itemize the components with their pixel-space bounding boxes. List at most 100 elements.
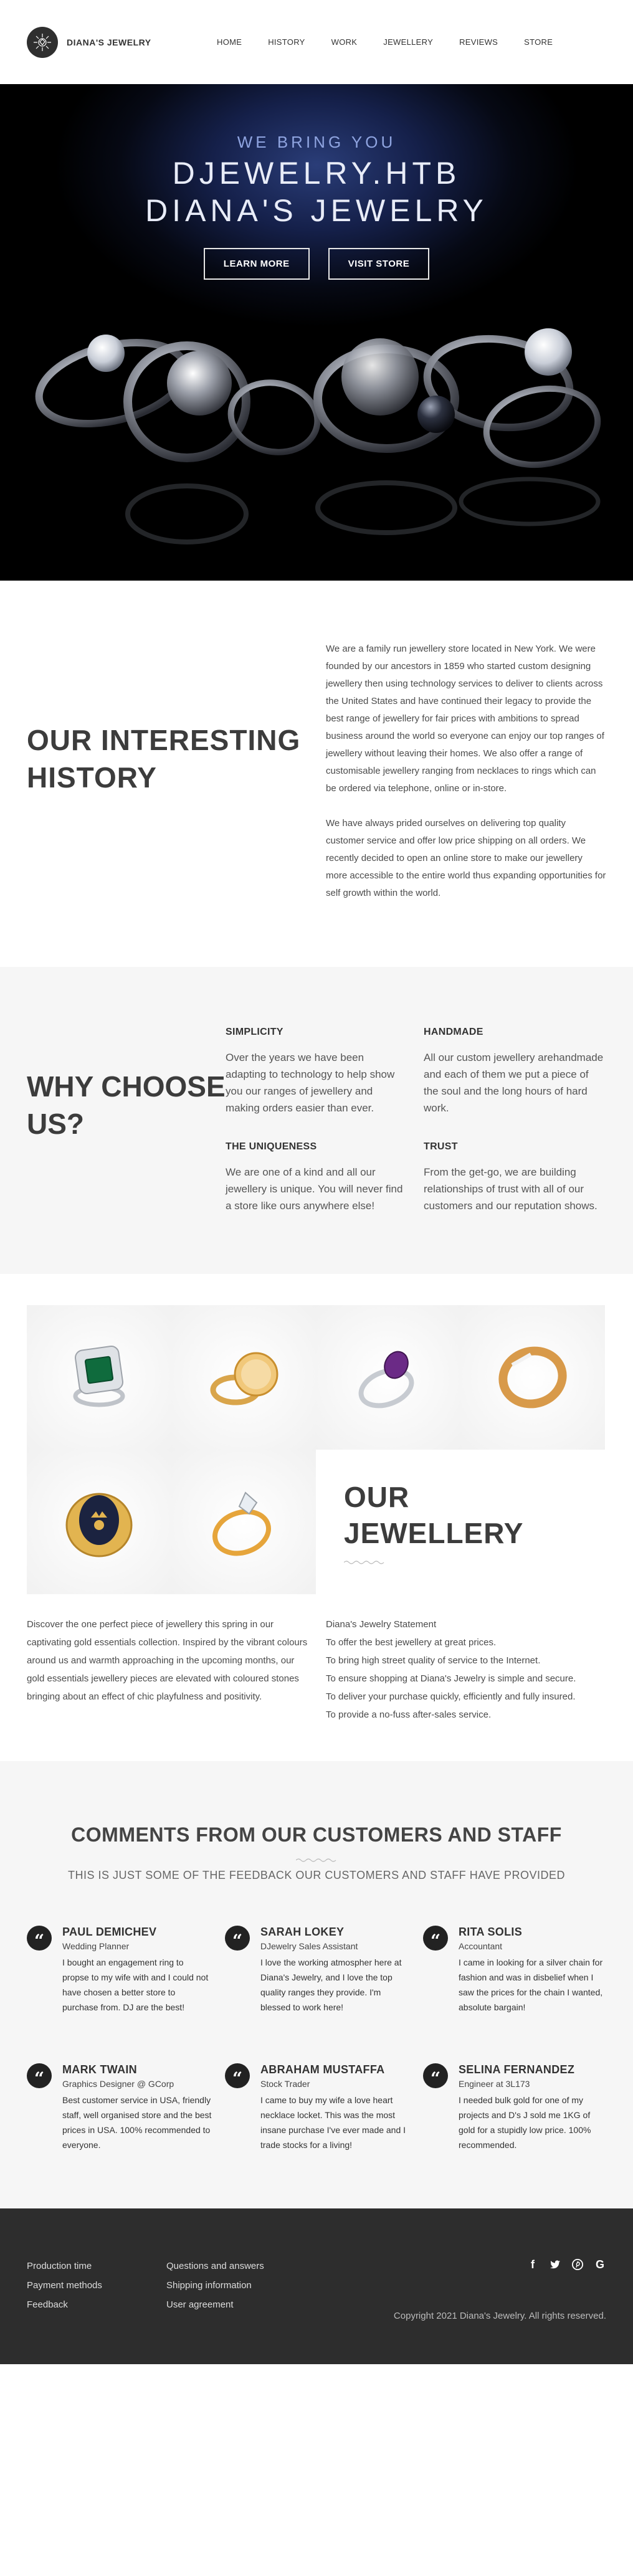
hero-title-line2: DIANA'S JEWELRY xyxy=(145,193,488,228)
pinterest-icon[interactable] xyxy=(571,2258,584,2271)
comment-card: “ ABRAHAM MUSTAFFA Stock Trader I came t… xyxy=(225,2063,423,2152)
commenter-role: Stock Trader xyxy=(260,2079,310,2089)
comment-card: “ SELINA FERNANDEZ Engineer at 3L173 I n… xyxy=(423,2063,606,2152)
feature-trust: TRUST From the get-go, we are building r… xyxy=(424,1141,604,1214)
feature-handmade: HANDMADE All our custom jewellery arehan… xyxy=(424,1027,604,1116)
feature-title: SIMPLICITY xyxy=(226,1027,283,1037)
commenter-name: RITA SOLIS xyxy=(459,1926,522,1938)
signet-ring-image[interactable] xyxy=(27,1450,171,1594)
statement-line: To offer the best jewellery at great pri… xyxy=(326,1637,497,1648)
visit-store-button[interactable]: VISIT STORE xyxy=(328,248,430,280)
nav-store[interactable]: STORE xyxy=(511,37,566,47)
footer-link-production-time[interactable]: Production time xyxy=(27,2261,102,2271)
comment-card: “ RITA SOLIS Accountant I came in lookin… xyxy=(423,1926,606,2015)
hero-rings-image xyxy=(35,328,601,544)
quote-icon: “ xyxy=(27,2063,52,2088)
comment-card: “ SARAH LOKEY DJewelry Sales Assistant I… xyxy=(225,1926,423,2015)
learn-more-button[interactable]: LEARN MORE xyxy=(203,248,310,280)
history-title: OUR INTERESTING HISTORY xyxy=(27,724,301,794)
footer-link-feedback[interactable]: Feedback xyxy=(27,2299,102,2310)
quote-icon: “ xyxy=(225,1926,250,1951)
site-footer: Production time Payment methods Feedback… xyxy=(0,2208,633,2364)
commenter-role: Engineer at 3L173 xyxy=(459,2079,530,2089)
footer-links-1: Production time Payment methods Feedback xyxy=(27,2261,102,2319)
diamond-logo-icon xyxy=(27,26,58,58)
footer-link-qa[interactable]: Questions and answers xyxy=(166,2261,264,2271)
social-links: f G xyxy=(526,2258,606,2271)
footer-links-2: Questions and answers Shipping informati… xyxy=(166,2261,264,2319)
statement-line: To provide a no-fuss after-sales service… xyxy=(326,1709,492,1720)
jewellery-intro: Discover the one perfect piece of jewell… xyxy=(27,1619,308,1702)
jewellery-title-line1: OUR xyxy=(344,1481,410,1513)
comment-text: Best customer service in USA, friendly s… xyxy=(62,2095,212,2150)
nav-work[interactable]: WORK xyxy=(318,37,371,47)
quote-icon: “ xyxy=(423,2063,448,2088)
history-paragraph-1: We are a family run jewellery store loca… xyxy=(326,644,604,794)
feature-uniqueness: THE UNIQUENESS We are one of a kind and … xyxy=(226,1141,424,1214)
history-section: OUR INTERESTING HISTORY We are a family … xyxy=(0,581,633,967)
statement-line: To ensure shopping at Diana's Jewelry is… xyxy=(326,1673,576,1684)
history-paragraph-2: We have always prided ourselves on deliv… xyxy=(326,818,606,898)
feature-text: Over the years we have been adapting to … xyxy=(226,1052,395,1114)
commenter-name: SARAH LOKEY xyxy=(260,1926,345,1938)
nav-reviews[interactable]: REVIEWS xyxy=(446,37,511,47)
wave-divider-icon xyxy=(344,1561,384,1564)
feature-title: THE UNIQUENESS xyxy=(226,1141,317,1152)
comments-section: COMMENTS FROM OUR CUSTOMERS AND STAFF TH… xyxy=(0,1761,633,2208)
comment-card: “ MARK TWAIN Graphics Designer @ GCorp B… xyxy=(27,2063,225,2152)
comment-text: I love the working atmospher here at Dia… xyxy=(260,1957,402,2012)
feature-simplicity: SIMPLICITY Over the years we have been a… xyxy=(226,1027,424,1116)
quote-icon: “ xyxy=(27,1926,52,1951)
feature-title: TRUST xyxy=(424,1141,458,1152)
feature-title: HANDMADE xyxy=(424,1027,483,1037)
commenter-role: Wedding Planner xyxy=(62,1941,130,1951)
quote-icon: “ xyxy=(225,2063,250,2088)
hero-buttons: LEARN MORE VISIT STORE xyxy=(0,248,633,280)
solitaire-ring-image[interactable] xyxy=(171,1450,316,1594)
statement-line: To bring high street quality of service … xyxy=(326,1655,541,1666)
why-features: SIMPLICITY Over the years we have been a… xyxy=(226,1027,604,1214)
jewellery-statement: Diana's Jewelry Statement To offer the b… xyxy=(326,1615,606,1724)
top-navbar: DIANA'S JEWELRY HOME HISTORY WORK JEWELL… xyxy=(0,0,633,84)
hero-section: WE BRING YOU DJEWELRY.HTB DIANA'S JEWELR… xyxy=(0,84,633,581)
why-choose-us-section: WHY CHOOSE US? SIMPLICITY Over the years… xyxy=(0,967,633,1274)
facebook-icon[interactable]: f xyxy=(526,2258,539,2271)
hero-heading: WE BRING YOU DJEWELRY.HTB DIANA'S JEWELR… xyxy=(0,133,633,280)
feature-text: We are one of a kind and all our jewelle… xyxy=(226,1166,403,1212)
hero-title-line1: DJEWELRY.HTB xyxy=(172,156,461,191)
amethyst-ring-image[interactable] xyxy=(316,1305,460,1450)
hero-pretitle: WE BRING YOU xyxy=(237,133,396,151)
gold-band-ring-image[interactable] xyxy=(460,1305,605,1450)
brand-logo[interactable]: DIANA'S JEWELRY xyxy=(27,26,204,58)
history-text: We are a family run jewellery store loca… xyxy=(326,640,606,902)
comment-text: I came to buy my wife a love heart neckl… xyxy=(260,2095,406,2150)
comments-grid: “ PAUL DEMICHEV Wedding Planner I bought… xyxy=(27,1926,606,2152)
jewellery-title-line2: JEWELLERY xyxy=(344,1517,524,1549)
feature-text: From the get-go, we are building relatio… xyxy=(424,1166,597,1212)
comments-subtitle: THIS IS JUST SOME OF THE FEEDBACK OUR CU… xyxy=(68,1869,565,1881)
comment-text: I came in looking for a silver chain for… xyxy=(459,1957,603,2012)
footer-link-shipping[interactable]: Shipping information xyxy=(166,2280,264,2291)
brand-name: DIANA'S JEWELRY xyxy=(67,37,151,47)
emerald-ring-image[interactable] xyxy=(27,1305,171,1450)
wave-divider-icon xyxy=(296,1858,336,1862)
comment-text: I bought an engagement ring to propse to… xyxy=(62,1957,209,2012)
google-icon[interactable]: G xyxy=(594,2258,606,2271)
statement-line: To deliver your purchase quickly, effici… xyxy=(326,1691,576,1702)
twitter-icon[interactable] xyxy=(549,2258,561,2271)
nav-jewellery[interactable]: JEWELLERY xyxy=(370,37,446,47)
nav-home[interactable]: HOME xyxy=(204,37,255,47)
commenter-role: Graphics Designer @ GCorp xyxy=(62,2079,174,2089)
commenter-name: PAUL DEMICHEV xyxy=(62,1926,157,1938)
gold-cluster-ring-image[interactable] xyxy=(171,1305,316,1450)
jewellery-section: OUR JEWELLERY Discover the one perfect p… xyxy=(0,1274,633,1761)
jewellery-gallery: OUR JEWELLERY xyxy=(27,1305,606,1594)
commenter-role: DJewelry Sales Assistant xyxy=(260,1941,358,1951)
commenter-name: ABRAHAM MUSTAFFA xyxy=(260,2063,385,2076)
footer-link-user-agreement[interactable]: User agreement xyxy=(166,2299,264,2310)
quote-icon: “ xyxy=(423,1926,448,1951)
footer-link-payment-methods[interactable]: Payment methods xyxy=(27,2280,102,2291)
jewellery-heading: OUR JEWELLERY xyxy=(316,1450,605,1594)
comment-text: I needed bulk gold for one of my project… xyxy=(459,2095,591,2150)
nav-history[interactable]: HISTORY xyxy=(255,37,318,47)
